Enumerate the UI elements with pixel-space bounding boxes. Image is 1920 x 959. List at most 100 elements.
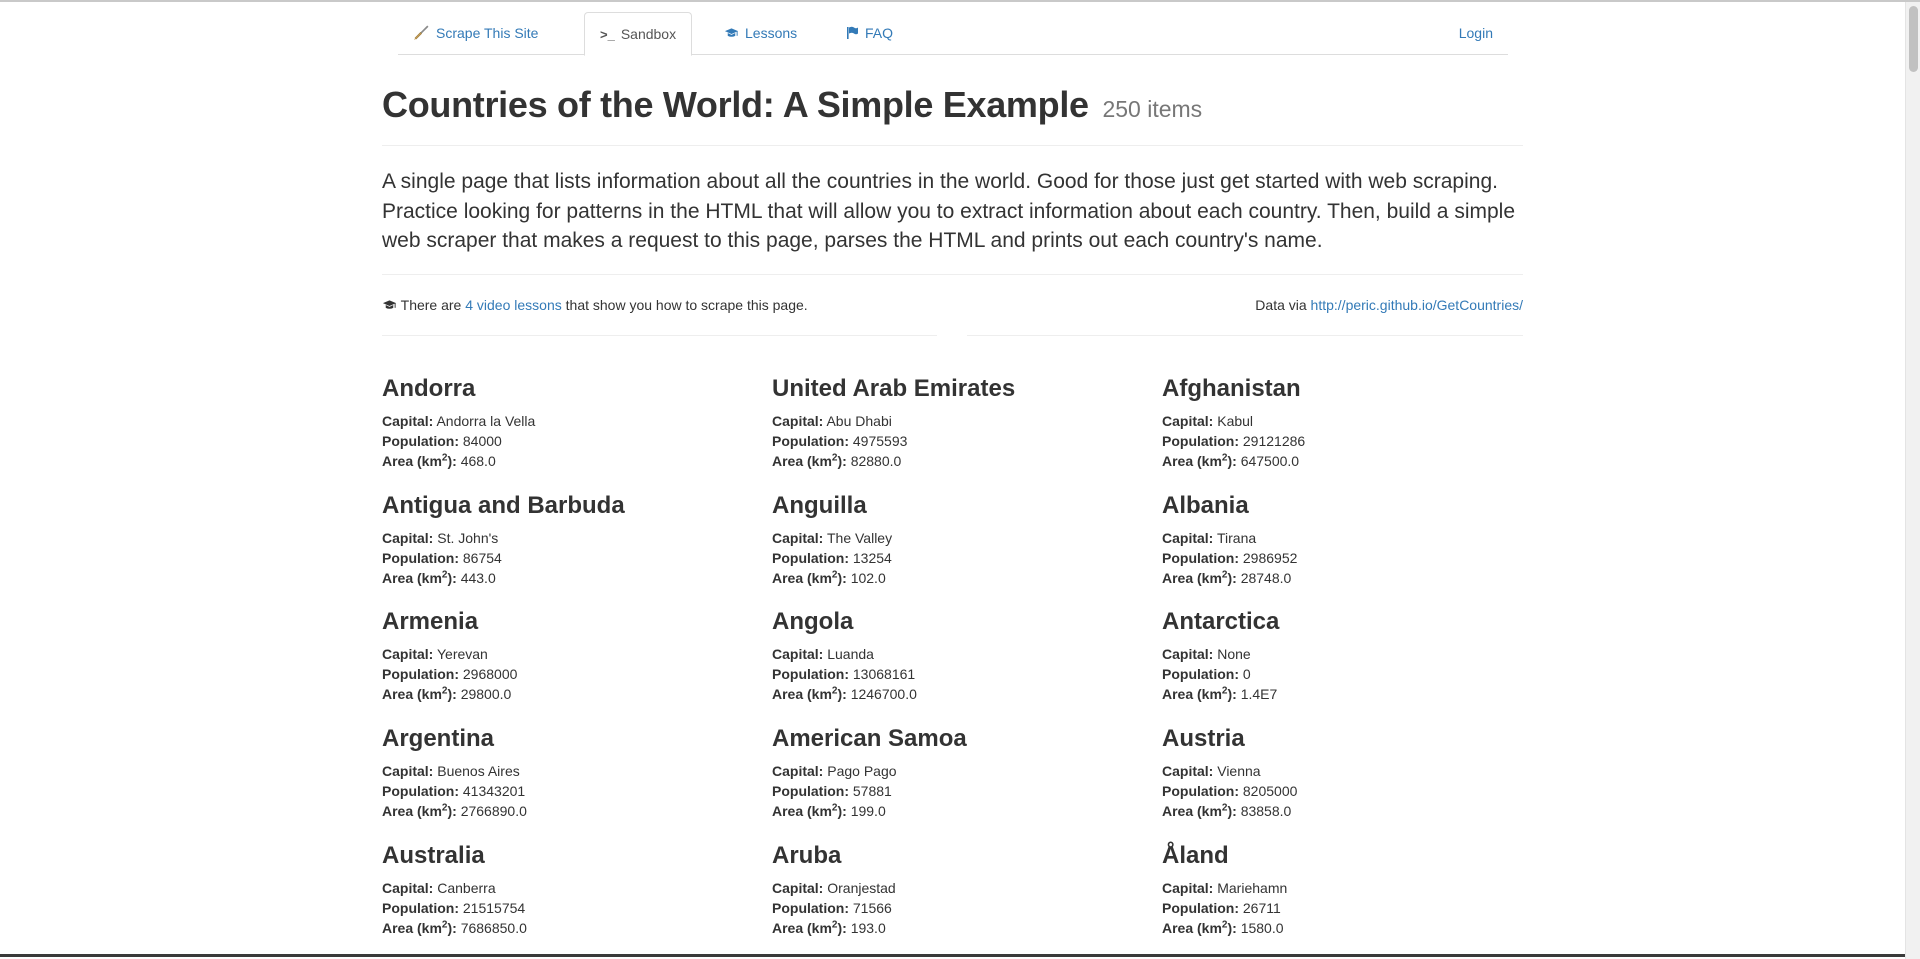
area-label: Area (km2): [382,919,457,936]
page-scrollbar[interactable] [1905,2,1920,959]
country-capital: Yerevan [436,646,488,663]
capital-label: Capital: [1162,763,1214,780]
country-card: Angola Capital: Luanda Population: 13068… [772,607,1162,724]
country-name: Argentina [382,725,495,753]
population-label: Population: [1162,433,1239,449]
flag-icon [846,13,859,55]
population-label: Population: [1162,783,1239,800]
terminal-icon: >_ [600,27,615,42]
capital-label: Capital: [382,646,434,663]
country-name: Antarctica [1162,608,1280,636]
country-population-row: Population: 2968000 [382,664,772,684]
country-area: 1246700.0 [850,686,917,703]
country-name: Afghanistan [1162,375,1301,402]
country-population-row: Population: 4975593 [772,431,1162,451]
country-area: 647500.0 [1240,453,1300,469]
nav-lessons[interactable]: Lessons [709,12,812,55]
country-card: Albania Capital: Tirana Population: 2986… [1162,491,1552,608]
nav-scrape-this-site-label: Scrape This Site [436,25,539,41]
country-area: 1.4E7 [1240,686,1278,703]
country-capital: None [1217,646,1251,663]
country-area-row: Area (km2): 1580.0 [1162,918,1552,938]
country-card: Armenia Capital: Yerevan Population: 296… [382,607,772,724]
country-area-row: Area (km2): 193.0 [772,918,1162,938]
country-capital: Tirana [1216,529,1257,546]
item-count: 250 items [1102,96,1203,122]
capital-label: Capital: [772,646,824,663]
header-divider [382,145,1523,146]
tab-sandbox[interactable]: >_ Sandbox [584,12,693,56]
data-source-note: Data via http://peric.github.io/GetCount… [1255,297,1523,313]
lessons-note-suffix: that show you how to scrape this page. [565,297,808,313]
meta-divider-left [382,335,937,336]
country-area: 199.0 [850,803,886,820]
scrollbar-thumb[interactable] [1909,6,1918,72]
country-capital: Abu Dhabi [826,413,892,429]
country-capital-row: Capital: Oranjestad [772,878,1162,898]
data-source-link[interactable]: http://peric.github.io/GetCountries/ [1311,297,1523,313]
country-card: Argentina Capital: Buenos Aires Populati… [382,724,772,841]
capital-label: Capital: [772,529,824,546]
lessons-note: There are 4 video lessons that show you … [382,297,808,313]
country-card: United Arab Emirates Capital: Abu Dhabi … [772,374,1162,491]
country-capital: The Valley [826,529,893,546]
country-name: Albania [1162,491,1249,519]
country-population: 21515754 [462,899,526,916]
country-population: 57881 [852,783,892,800]
area-label: Area (km2): [382,452,457,469]
country-grid: Andorra Capital: Andorra la Vella Popula… [382,374,1552,957]
country-population: 29121286 [1242,433,1306,449]
nav-faq[interactable]: FAQ [831,12,908,55]
country-name: Aruba [772,841,842,869]
country-card: American Samoa Capital: Pago Pago Popula… [772,724,1162,841]
country-population-row: Population: 0 [1162,664,1552,684]
lessons-note-prefix: There are [400,297,462,313]
area-label: Area (km2): [772,685,847,703]
country-area-row: Area (km2): 647500.0 [1162,451,1552,471]
area-label: Area (km2): [772,802,847,820]
country-capital: Andorra la Vella [436,413,536,429]
area-label: Area (km2): [1162,802,1237,820]
country-capital-row: Capital: Pago Pago [772,761,1162,781]
country-population: 13254 [852,549,892,566]
population-label: Population: [772,549,849,566]
country-capital: Kabul [1217,413,1254,429]
country-population-row: Population: 26711 [1162,898,1552,918]
country-area-row: Area (km2): 443.0 [382,568,772,588]
country-area-row: Area (km2): 2766890.0 [382,801,772,821]
population-label: Population: [382,899,459,916]
population-label: Population: [382,666,459,683]
country-area: 468.0 [460,453,496,469]
country-card: Åland Capital: Mariehamn Population: 267… [1162,841,1552,958]
capital-label: Capital: [382,763,434,780]
country-area: 102.0 [850,569,886,586]
country-population-row: Population: 57881 [772,781,1162,801]
country-capital-row: Capital: Yerevan [382,644,772,664]
country-capital: Mariehamn [1217,879,1288,896]
country-card: Afghanistan Capital: Kabul Population: 2… [1162,374,1552,491]
country-population: 86754 [462,549,502,566]
country-name: United Arab Emirates [772,375,1016,402]
nav-faq-label: FAQ [865,25,894,41]
country-population: 0 [1242,666,1251,683]
capital-label: Capital: [1162,413,1214,429]
video-lessons-link[interactable]: 4 video lessons [465,297,562,313]
login-link[interactable]: Login [1444,12,1508,55]
population-label: Population: [772,433,849,449]
country-population-row: Population: 86754 [382,548,772,568]
country-capital-row: Capital: Abu Dhabi [772,411,1162,431]
broom-icon [413,13,430,55]
country-area: 28748.0 [1240,569,1292,586]
population-label: Population: [382,783,459,800]
capital-label: Capital: [772,413,824,429]
country-name: American Samoa [772,725,967,753]
tab-sandbox-label: Sandbox [620,26,677,42]
country-name: Åland [1162,841,1229,869]
country-area: 83858.0 [1240,803,1292,820]
nav-scrape-this-site[interactable]: Scrape This Site [398,12,553,55]
country-capital-row: Capital: None [1162,644,1552,664]
country-population: 26711 [1242,899,1281,916]
capital-label: Capital: [382,529,434,546]
country-area: 7686850.0 [460,919,527,936]
country-capital: Oranjestad [827,879,896,896]
